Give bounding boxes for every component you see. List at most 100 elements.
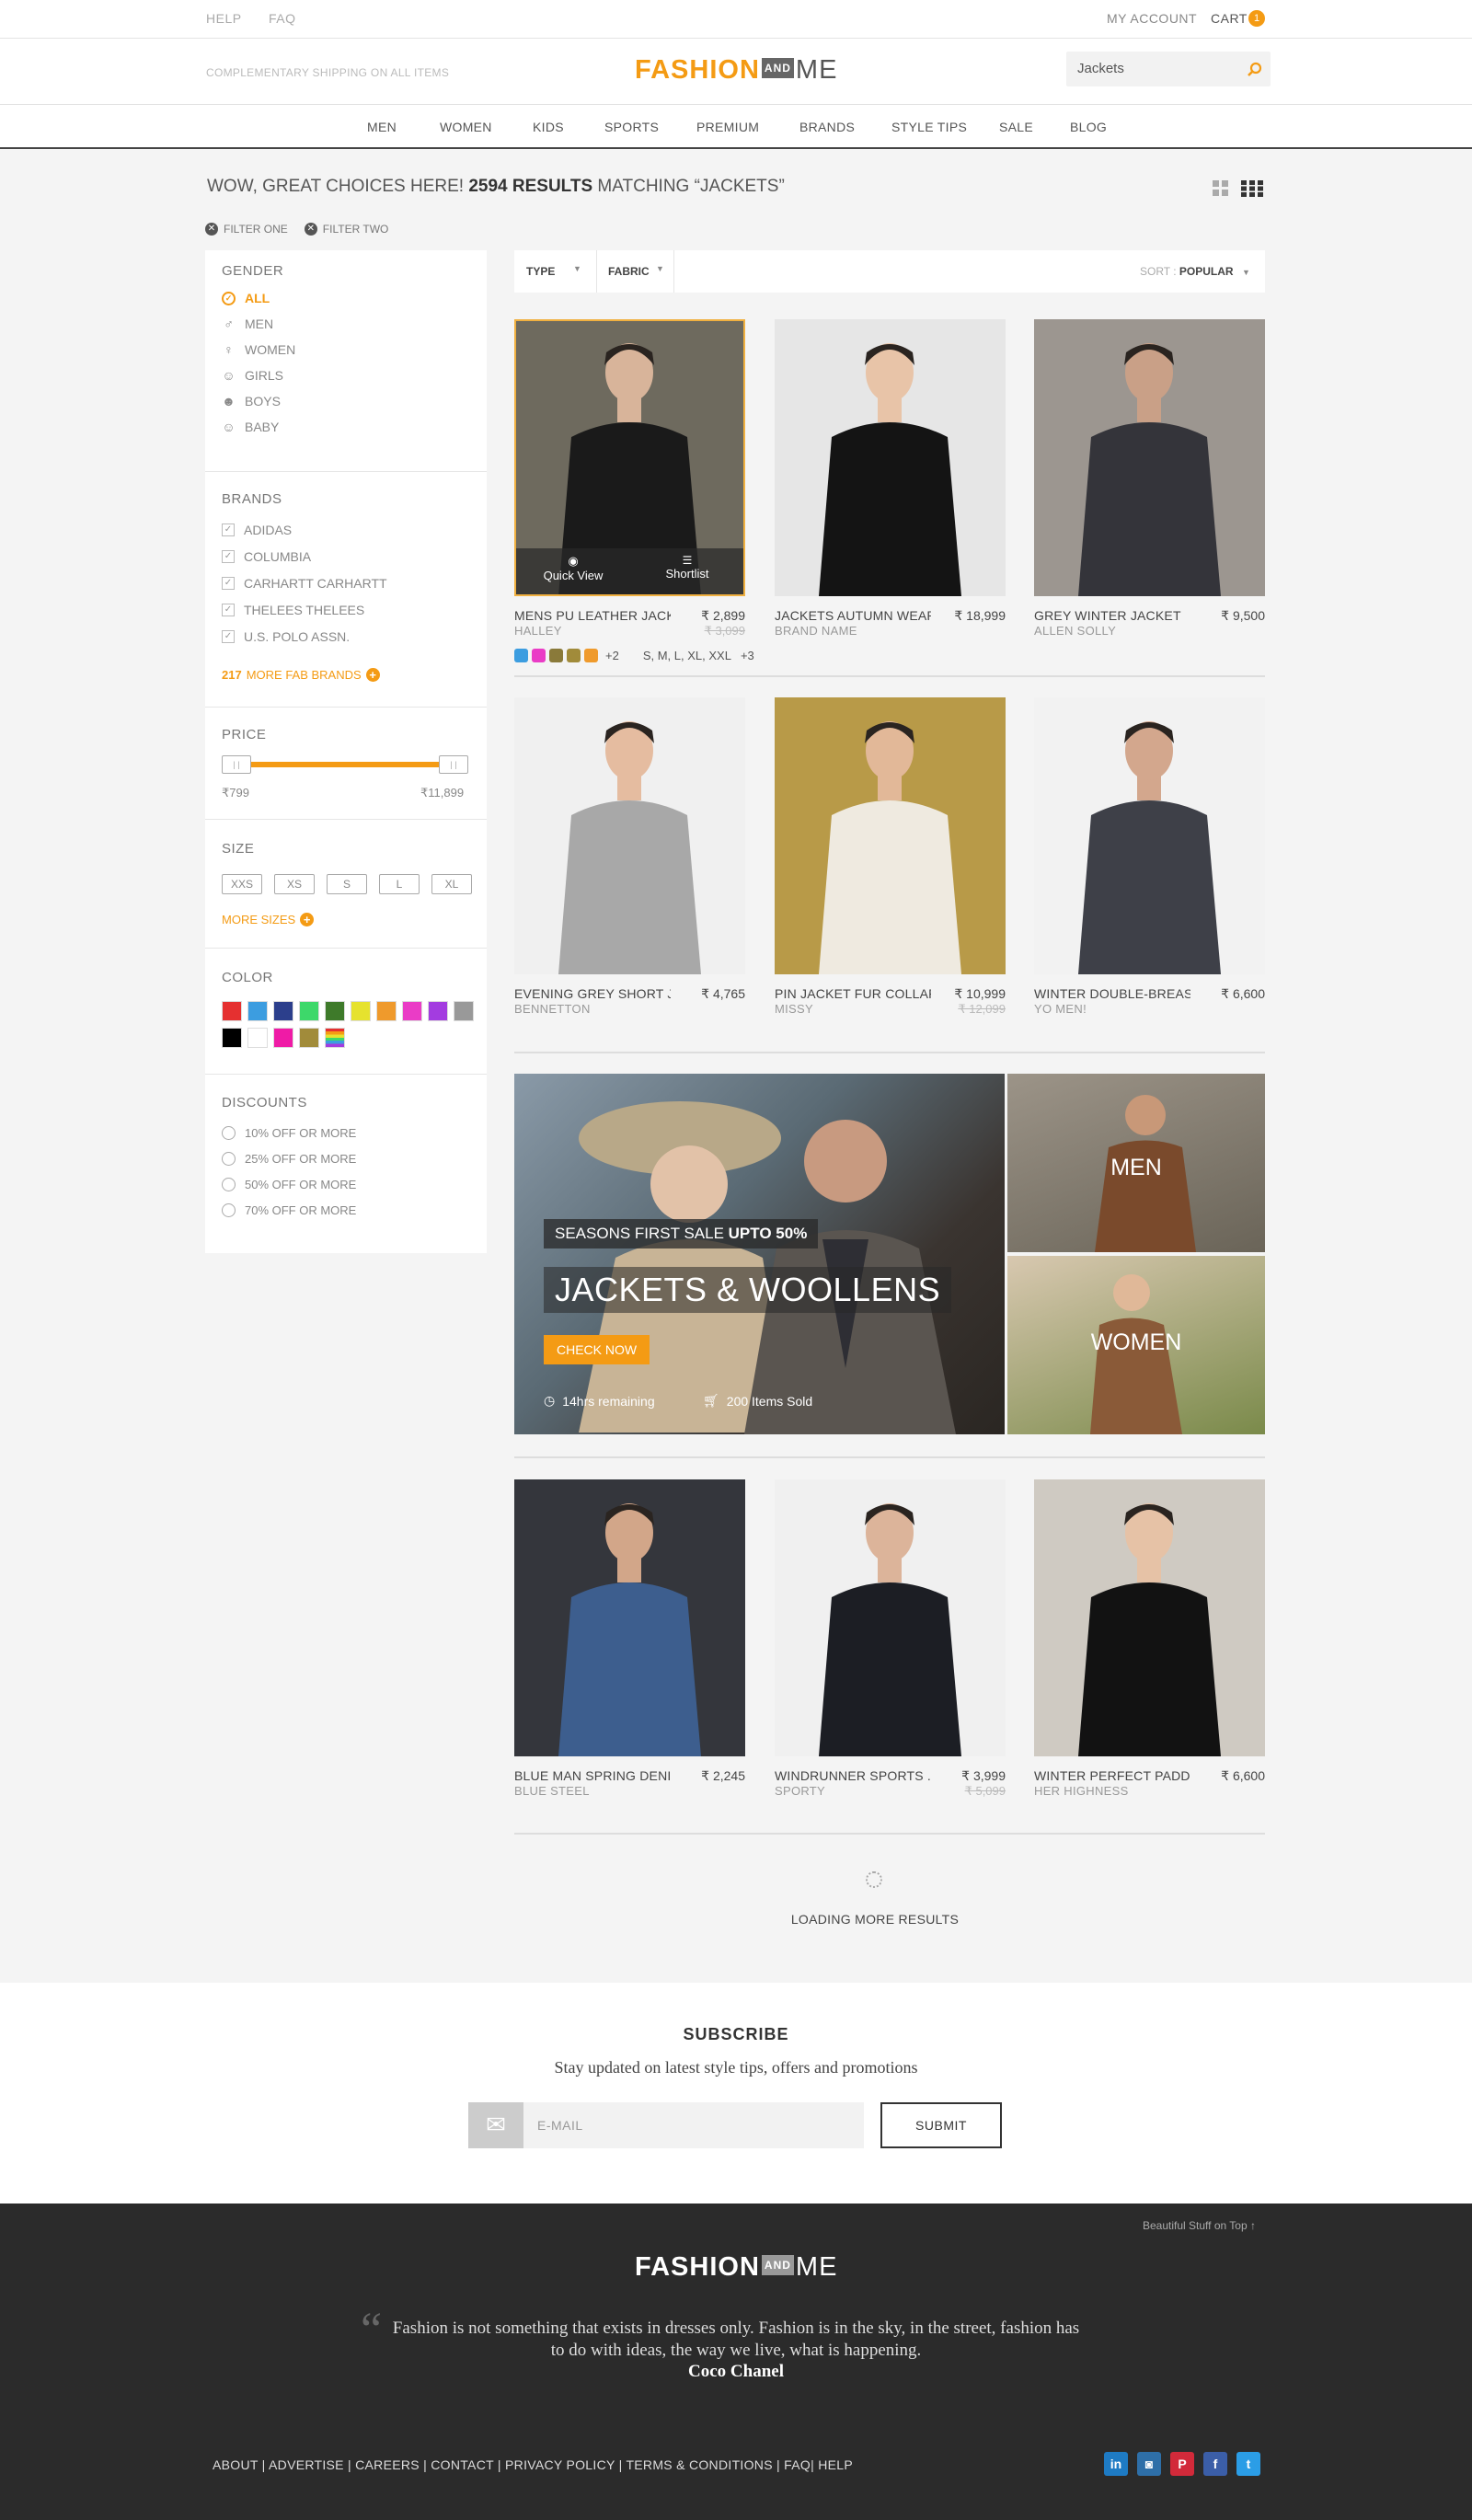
discount-option[interactable]: 25% OFF OR MORE [222, 1152, 356, 1166]
quick-view-button[interactable]: ◉ Quick View [516, 548, 630, 594]
nav-item-premium[interactable]: PREMIUM [696, 120, 759, 134]
product-name[interactable]: WINTER PERFECT PADDED ... [1034, 1768, 1190, 1783]
facebook-icon[interactable]: f [1203, 2452, 1227, 2476]
checkbox[interactable]: ✓ [222, 577, 235, 590]
product-name[interactable]: WINDRUNNER SPORTS ... [775, 1768, 931, 1783]
card-color-swatch[interactable] [532, 649, 546, 662]
shortlist-button[interactable]: ☰ Shortlist [630, 548, 744, 594]
footer-logo[interactable]: FASHION AND ME [635, 2252, 837, 2283]
gender-option-baby[interactable]: ☺ BABY [222, 420, 295, 434]
color-swatch[interactable] [222, 1028, 242, 1048]
more-colors[interactable]: +2 [605, 649, 619, 662]
color-swatch[interactable] [247, 1001, 268, 1021]
search-icon[interactable] [1247, 62, 1262, 77]
color-swatch[interactable] [454, 1001, 474, 1021]
nav-item-blog[interactable]: BLOG [1070, 120, 1107, 134]
more-brands-link[interactable]: 217 MORE FAB BRANDS + [222, 668, 380, 682]
card-color-swatch[interactable] [567, 649, 581, 662]
back-to-top-link[interactable]: Beautiful Stuff on Top ↑ [1143, 2219, 1256, 2232]
product-card[interactable]: PIN JACKET FUR COLLAR ... ₹ 10,999 MISSY… [775, 697, 1006, 1016]
gender-option-all[interactable]: ✓ ALL [222, 291, 295, 305]
product-card[interactable]: WINTER DOUBLE-BREAS... ₹ 6,600 YO MEN! [1034, 697, 1265, 1016]
radio-button[interactable] [222, 1178, 236, 1191]
nav-item-style-tips[interactable]: STYLE TIPS [891, 120, 967, 134]
twitter-icon[interactable]: t [1236, 2452, 1260, 2476]
grid-small-view-icon[interactable] [1213, 180, 1229, 197]
active-filter-chip[interactable]: ✕ FILTER ONE [205, 223, 288, 236]
cart-link[interactable]: CART [1211, 11, 1248, 26]
discount-option[interactable]: 70% OFF OR MORE [222, 1203, 356, 1217]
price-slider-track[interactable] [222, 762, 468, 767]
checkbox[interactable]: ✓ [222, 550, 235, 563]
product-name[interactable]: PIN JACKET FUR COLLAR ... [775, 986, 931, 1001]
color-swatch[interactable] [376, 1001, 397, 1021]
discount-option[interactable]: 50% OFF OR MORE [222, 1178, 356, 1191]
nav-item-men[interactable]: MEN [367, 120, 397, 134]
brand-option[interactable]: ✓ ADIDAS [222, 523, 387, 537]
product-name[interactable]: MENS PU LEATHER JACK... [514, 608, 671, 623]
product-image[interactable] [514, 697, 745, 974]
nav-item-sale[interactable]: SALE [999, 120, 1033, 134]
women-category-tile[interactable]: WOMEN [1007, 1256, 1265, 1434]
product-name[interactable]: JACKETS AUTUMN WEAR ... [775, 608, 931, 623]
brand-option[interactable]: ✓ THELEES THELEES [222, 603, 387, 617]
email-placeholder[interactable]: E-MAIL [537, 2118, 583, 2133]
size-option[interactable]: S [327, 874, 367, 894]
product-image[interactable] [1034, 697, 1265, 974]
checkbox[interactable]: ✓ [222, 604, 235, 616]
product-image[interactable] [1034, 1479, 1265, 1756]
product-image[interactable] [775, 1479, 1006, 1756]
help-link[interactable]: HELP [206, 11, 242, 26]
product-card[interactable]: BLUE MAN SPRING DENIM ... ₹ 2,245 BLUE S… [514, 1479, 745, 1798]
color-swatch[interactable] [325, 1028, 345, 1048]
more-sizes-link[interactable]: MORE SIZES + [222, 913, 315, 926]
more-sizes[interactable]: +3 [741, 649, 754, 662]
product-image[interactable] [514, 1479, 745, 1756]
brand-option[interactable]: ✓ COLUMBIA [222, 549, 387, 564]
radio-button[interactable] [222, 1152, 236, 1166]
card-color-swatch[interactable] [549, 649, 563, 662]
card-color-swatch[interactable] [514, 649, 528, 662]
size-option[interactable]: XL [431, 874, 472, 894]
color-swatch[interactable] [247, 1028, 268, 1048]
checkbox[interactable]: ✓ [222, 630, 235, 643]
checkbox[interactable]: ✓ [222, 524, 235, 536]
product-card[interactable]: WINTER PERFECT PADDED ... ₹ 6,600 HER HI… [1034, 1479, 1265, 1798]
gender-option-girls[interactable]: ☺ GIRLS [222, 368, 295, 383]
brand-option[interactable]: ✓ CARHARTT CARHARTT [222, 576, 387, 591]
color-swatch[interactable] [325, 1001, 345, 1021]
color-swatch[interactable] [351, 1001, 371, 1021]
remove-filter-icon[interactable]: ✕ [304, 223, 317, 236]
product-card[interactable]: JACKETS AUTUMN WEAR ... ₹ 18,999 BRAND N… [775, 319, 1006, 638]
product-name[interactable]: BLUE MAN SPRING DENIM ... [514, 1768, 671, 1783]
size-option[interactable]: XS [274, 874, 315, 894]
radio-button[interactable] [222, 1203, 236, 1217]
nav-item-kids[interactable]: KIDS [533, 120, 564, 134]
search-box[interactable]: Jackets [1066, 52, 1271, 86]
color-swatch[interactable] [299, 1028, 319, 1048]
color-swatch[interactable] [402, 1001, 422, 1021]
brand-option[interactable]: ✓ U.S. POLO ASSN. [222, 629, 387, 644]
gender-option-women[interactable]: ♀ WOMEN [222, 342, 295, 357]
fabric-dropdown[interactable]: FABRIC ▼ [597, 250, 674, 293]
gender-option-men[interactable]: ♂ MEN [222, 316, 295, 331]
nav-item-sports[interactable]: SPORTS [604, 120, 659, 134]
check-now-button[interactable]: CHECK NOW [544, 1335, 650, 1364]
product-image[interactable] [1034, 319, 1265, 596]
card-color-swatch[interactable] [584, 649, 598, 662]
sale-banner[interactable]: SEASONS FIRST SALE UPTO 50% JACKETS & WO… [514, 1074, 1005, 1434]
product-image[interactable] [775, 697, 1006, 974]
product-name[interactable]: EVENING GREY SHORT JA ... [514, 986, 671, 1001]
radio-button[interactable] [222, 1126, 236, 1140]
instagram-icon[interactable]: ◙ [1137, 2452, 1161, 2476]
product-card[interactable]: EVENING GREY SHORT JA ... ₹ 4,765 BENNET… [514, 697, 745, 1016]
pinterest-icon[interactable]: P [1170, 2452, 1194, 2476]
email-field[interactable]: ✉ E-MAIL [468, 2102, 864, 2148]
sort-dropdown[interactable]: SORT : POPULAR ▼ [1140, 265, 1250, 278]
active-filter-chip[interactable]: ✕ FILTER TWO [304, 223, 388, 236]
product-image[interactable] [775, 319, 1006, 596]
price-slider-max-handle[interactable]: | | [439, 755, 468, 774]
faq-link[interactable]: FAQ [269, 11, 296, 26]
color-swatch[interactable] [273, 1028, 293, 1048]
size-option[interactable]: XXS [222, 874, 262, 894]
